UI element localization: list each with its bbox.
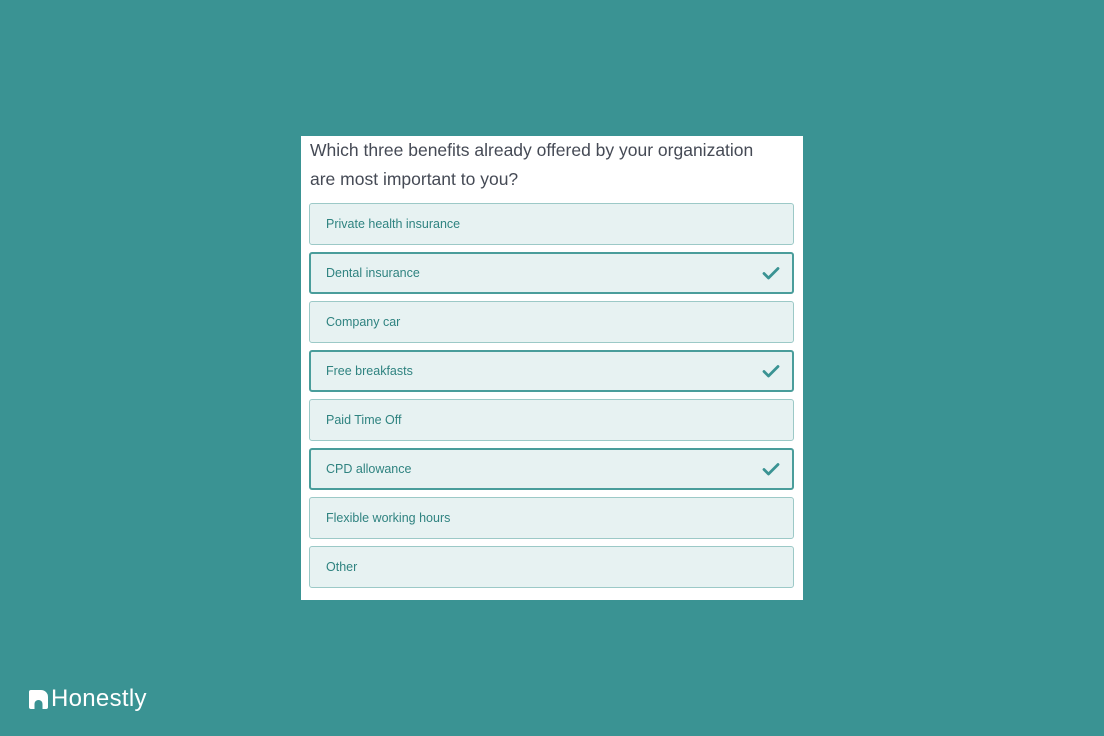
- question-line-1: Which three benefits already offered by …: [310, 140, 754, 160]
- honestly-logo-icon: [29, 689, 48, 709]
- brand-name: Honestly: [51, 685, 147, 712]
- option-label: CPD allowance: [326, 462, 412, 476]
- option-label: Company car: [326, 315, 401, 329]
- checkmark-icon: [762, 267, 780, 280]
- option-label: Free breakfasts: [326, 364, 413, 378]
- options-list: Private health insurance Dental insuranc…: [309, 203, 794, 595]
- option-label: Private health insurance: [326, 217, 461, 231]
- option-cpd-allowance[interactable]: CPD allowance: [309, 448, 794, 490]
- option-paid-time-off[interactable]: Paid Time Off: [309, 399, 794, 441]
- option-other[interactable]: Other: [309, 546, 794, 588]
- option-label: Other: [326, 560, 358, 574]
- option-company-car[interactable]: Company car: [309, 301, 794, 343]
- checkmark-icon: [762, 365, 780, 378]
- survey-card: Which three benefits already offered by …: [301, 136, 803, 600]
- checkmark-icon: [762, 463, 780, 476]
- option-private-health-insurance[interactable]: Private health insurance: [309, 203, 794, 245]
- question-line-2: are most important to you?: [310, 168, 519, 189]
- brand-logo: Honestly: [28, 684, 147, 714]
- option-flexible-working-hours[interactable]: Flexible working hours: [309, 497, 794, 539]
- option-dental-insurance[interactable]: Dental insurance: [309, 252, 794, 294]
- option-label: Flexible working hours: [326, 511, 451, 525]
- question-text: Which three benefits already offered by …: [310, 136, 790, 193]
- option-label: Dental insurance: [326, 266, 420, 280]
- option-label: Paid Time Off: [326, 413, 402, 427]
- option-free-breakfasts[interactable]: Free breakfasts: [309, 350, 794, 392]
